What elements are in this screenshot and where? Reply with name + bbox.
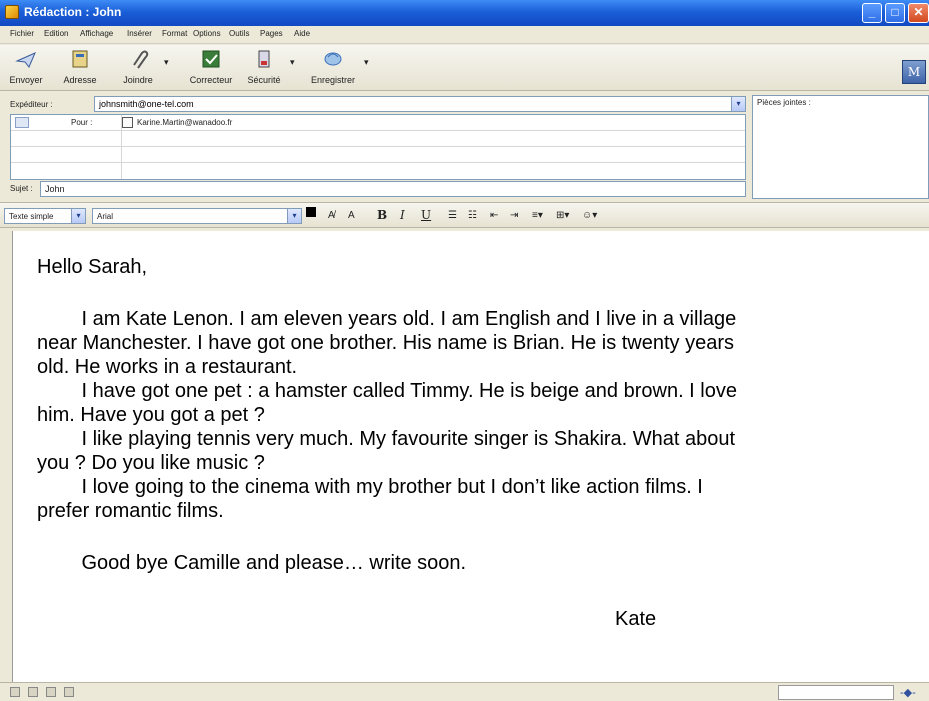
recipient-type-button[interactable] [15,117,29,128]
font-select[interactable]: Arial ▾ [92,208,302,224]
font-dropdown-icon[interactable]: ▾ [287,209,301,223]
attachments-pane[interactable]: Pièces jointes : [752,95,929,199]
greeting-line: Hello Sarah, [37,256,148,278]
format-toolbar: Texte simple ▾ Arial ▾ A̸ A B I U ☰ ☷ ⇤ … [0,202,929,228]
to-address[interactable]: Karine.Martin@wanadoo.fr [137,118,232,127]
decrease-font-icon[interactable]: A̸ [328,210,335,221]
status-icon [46,687,56,697]
save-dropdown-icon[interactable]: ▾ [364,57,369,68]
menu-bar: Fichier Edition Affichage Insérer Format… [0,26,929,44]
text-color-icon[interactable] [306,207,316,217]
menu-edition[interactable]: Edition [44,29,68,38]
attach-button[interactable]: Joindre ▾ [118,47,169,85]
attach-icon [133,50,149,69]
text-mode-value: Texte simple [9,212,54,221]
save-button[interactable]: Enregistrer ▾ [308,47,369,85]
smiley-icon[interactable]: ☺▾ [582,210,597,221]
message-body[interactable]: Hello Sarah, I am Kate Lenon. I am eleve… [12,231,929,682]
status-bar: -◆- [0,682,929,701]
address-button[interactable]: Adresse [60,47,100,85]
contact-icon [122,117,133,128]
attach-dropdown-icon[interactable]: ▾ [164,57,169,68]
grid-divider [121,115,122,179]
menu-aide[interactable]: Aide [294,29,310,38]
app-logo-icon: M [902,60,926,84]
body-line: I am Kate Lenon. I am eleven years old. … [37,308,737,330]
font-value: Arial [97,212,114,221]
menu-outils[interactable]: Outils [229,29,249,38]
body-line: I like playing tennis very much. My favo… [37,428,736,450]
menu-inserer[interactable]: Insérer [127,29,152,38]
closing-line: Good bye Camille and please… write soon. [37,552,467,574]
menu-affichage[interactable]: Affichage [80,29,113,38]
text-mode-select[interactable]: Texte simple ▾ [4,208,86,224]
bullet-list-icon[interactable]: ☷ [468,210,477,221]
insert-icon[interactable]: ⊞▾ [556,210,569,221]
status-icon [64,687,74,697]
spellcheck-icon [202,50,220,68]
menu-pages[interactable]: Pages [260,29,283,38]
title-bar: Rédaction : John _ □ ✕ [0,0,929,26]
indent-icon[interactable]: ⇥ [510,210,518,221]
from-dropdown-icon[interactable]: ▾ [731,97,745,111]
security-dropdown-icon[interactable]: ▾ [290,57,295,68]
align-icon[interactable]: ≡▾ [532,210,543,221]
increase-font-icon[interactable]: A [348,210,355,221]
toolbar: Envoyer Adresse Joindre ▾ Correcteur Séc… [0,45,929,91]
status-field [778,685,894,700]
underline-button[interactable]: U [421,208,431,222]
spellcheck-button[interactable]: Correcteur [186,47,236,85]
close-button[interactable]: ✕ [908,3,929,23]
menu-format[interactable]: Format [162,29,187,38]
send-icon [15,52,36,68]
recipients-grid[interactable]: Pour : Karine.Martin@wanadoo.fr [10,114,746,180]
body-line: old. He works in a restaurant. [37,356,298,378]
body-line: prefer romantic films. [37,500,224,522]
from-value: johnsmith@one-tel.com [99,99,194,109]
compose-window: Rédaction : John _ □ ✕ Fichier Edition A… [0,0,929,701]
to-label: Pour : [71,118,93,127]
minimize-icon: _ [868,5,876,19]
subject-value: John [45,184,65,194]
address-book-icon [72,50,88,68]
outdent-icon[interactable]: ⇤ [490,210,498,221]
maximize-icon: □ [891,5,899,19]
numbered-list-icon[interactable]: ☰ [448,210,457,221]
app-icon [5,5,19,19]
save-icon [324,52,342,66]
bold-button[interactable]: B [377,208,387,222]
body-line: you ? Do you like music ? [37,452,265,474]
body-line: I love going to the cinema with my broth… [37,476,703,498]
text-mode-dropdown-icon[interactable]: ▾ [71,209,85,223]
window-title: Rédaction : John [24,5,122,19]
from-label[interactable]: Expéditeur : [10,100,53,109]
italic-button[interactable]: I [400,208,405,222]
status-icon [28,687,38,697]
status-icon [10,687,20,697]
signature-line: Kate [615,608,657,630]
from-field[interactable]: johnsmith@one-tel.com ▾ [94,96,746,112]
subject-field[interactable]: John [40,181,746,197]
body-line: near Manchester. I have got one brother.… [37,332,735,354]
subject-label: Sujet : [10,184,33,193]
attachments-label: Pièces jointes : [757,98,811,107]
menu-options[interactable]: Options [193,29,221,38]
security-button[interactable]: Sécurité ▾ [244,47,295,85]
send-button[interactable]: Envoyer [6,47,46,85]
menu-fichier[interactable]: Fichier [10,29,34,38]
body-line: I have got one pet : a hamster called Ti… [37,380,737,402]
close-icon: ✕ [913,5,924,19]
security-icon [258,50,270,68]
connection-icon: -◆- [900,687,916,699]
body-line: him. Have you got a pet ? [37,404,265,426]
minimize-button[interactable]: _ [862,3,882,23]
maximize-button[interactable]: □ [885,3,905,23]
